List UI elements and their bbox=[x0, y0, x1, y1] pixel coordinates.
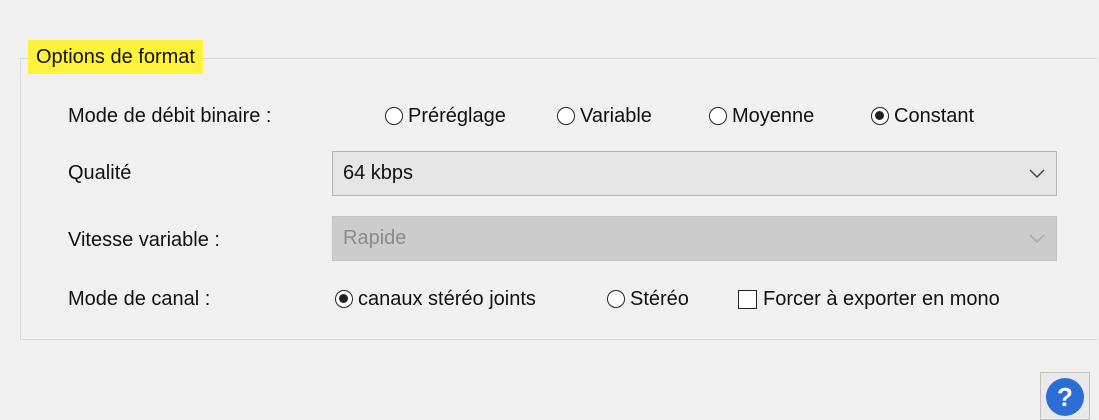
quality-value: 64 kbps bbox=[343, 162, 414, 184]
variable-speed-label: Vitesse variable : bbox=[68, 229, 220, 251]
radio-constant[interactable]: Constant bbox=[871, 101, 974, 131]
format-options-title: Options de format bbox=[28, 40, 203, 74]
quality-dropdown[interactable]: 64 kbps bbox=[332, 151, 1057, 196]
variable-speed-dropdown[interactable]: Rapide bbox=[332, 216, 1057, 261]
radio-average[interactable]: Moyenne bbox=[709, 101, 814, 131]
radio-constant-circle bbox=[871, 107, 889, 125]
radio-preset-circle bbox=[385, 107, 403, 125]
help-icon: ? bbox=[1046, 378, 1084, 416]
radio-variable-circle bbox=[557, 107, 575, 125]
radio-joint-stereo-circle bbox=[335, 290, 353, 308]
radio-stereo-label: Stéréo bbox=[630, 287, 689, 310]
radio-average-circle bbox=[709, 107, 727, 125]
force-mono-label: Forcer à exporter en mono bbox=[763, 287, 1000, 310]
radio-stereo[interactable]: Stéréo bbox=[607, 284, 689, 314]
radio-stereo-circle bbox=[607, 290, 625, 308]
radio-variable[interactable]: Variable bbox=[557, 101, 652, 131]
channel-mode-label: Mode de canal : bbox=[68, 288, 211, 310]
bitrate-mode-label: Mode de débit binaire : bbox=[68, 105, 272, 127]
radio-average-label: Moyenne bbox=[732, 104, 815, 127]
radio-joint-stereo[interactable]: canaux stéréo joints bbox=[335, 284, 536, 314]
radio-variable-label: Variable bbox=[580, 104, 652, 127]
force-mono-checkbox[interactable]: Forcer à exporter en mono bbox=[738, 284, 1000, 314]
variable-speed-value: Rapide bbox=[343, 227, 407, 249]
chevron-down-icon bbox=[1018, 152, 1056, 195]
radio-constant-label: Constant bbox=[894, 104, 975, 127]
radio-joint-stereo-label: canaux stéréo joints bbox=[358, 287, 536, 310]
force-mono-box bbox=[738, 289, 757, 309]
quality-label: Qualité bbox=[68, 162, 132, 184]
chevron-down-icon bbox=[1018, 217, 1056, 260]
radio-preset[interactable]: Préréglage bbox=[385, 101, 506, 131]
radio-preset-label: Préréglage bbox=[408, 104, 506, 127]
help-button[interactable]: ? bbox=[1040, 372, 1090, 420]
